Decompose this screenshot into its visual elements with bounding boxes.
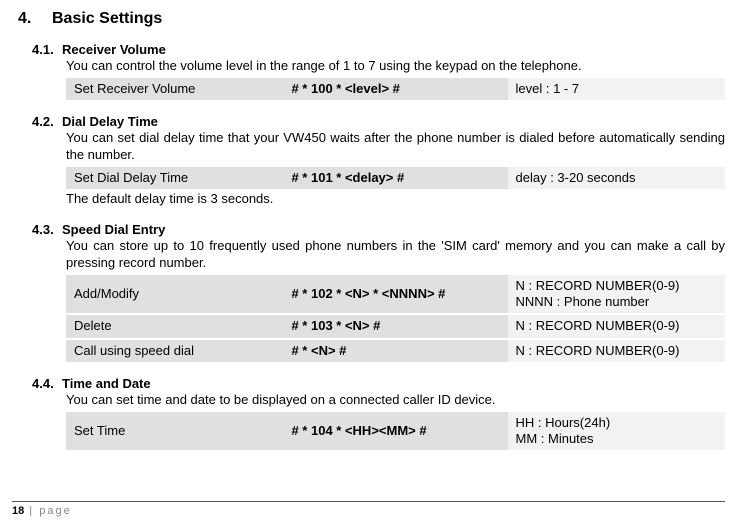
table-row: Set Receiver Volume # * 100 * <level> # … (66, 78, 725, 100)
main-heading: 4.Basic Settings (12, 10, 725, 28)
cmd-code: # * 103 * <N> # (283, 314, 507, 338)
section-name: Speed Dial Entry (62, 222, 165, 237)
cmd-label: Call using speed dial (66, 339, 283, 362)
cmd-range: HH : Hours(24h)MM : Minutes (508, 412, 725, 451)
section-title: 4.3.Speed Dial Entry (32, 222, 725, 237)
section-note: The default delay time is 3 seconds. (66, 191, 725, 208)
section-name: Dial Delay Time (62, 114, 158, 129)
section-number: 4.2. (32, 114, 62, 129)
section-name: Receiver Volume (62, 42, 166, 57)
section-description: You can store up to 10 frequently used p… (66, 238, 725, 272)
section-description: You can set time and date to be displaye… (66, 392, 725, 409)
command-table: Add/Modify # * 102 * <N> * <NNNN> # N : … (66, 275, 725, 362)
footer-divider (12, 501, 725, 502)
cmd-label: Set Dial Delay Time (66, 167, 283, 189)
cmd-code: # * 100 * <level> # (283, 78, 507, 100)
table-row: Set Dial Delay Time # * 101 * <delay> # … (66, 167, 725, 189)
table-row: Set Time # * 104 * <HH><MM> # HH : Hours… (66, 412, 725, 451)
table-row: Add/Modify # * 102 * <N> * <NNNN> # N : … (66, 275, 725, 315)
section-number: 4.4. (32, 376, 62, 391)
cmd-label: Set Receiver Volume (66, 78, 283, 100)
section-dial-delay: 4.2.Dial Delay Time You can set dial del… (12, 114, 725, 208)
section-number: 4.1. (32, 42, 62, 57)
cmd-code: # * 101 * <delay> # (283, 167, 507, 189)
cmd-range: N : RECORD NUMBER(0-9) (508, 314, 725, 338)
footer-sep: | (24, 505, 39, 517)
cmd-range: N : RECORD NUMBER(0-9) (508, 339, 725, 362)
cmd-label: Add/Modify (66, 275, 283, 315)
footer-text: 18 | page (12, 505, 725, 517)
cmd-range: delay : 3-20 seconds (508, 167, 725, 189)
cmd-range: level : 1 - 7 (508, 78, 725, 100)
section-speed-dial: 4.3.Speed Dial Entry You can store up to… (12, 222, 725, 362)
section-title: 4.4.Time and Date (32, 376, 725, 391)
table-row: Call using speed dial # * <N> # N : RECO… (66, 339, 725, 362)
command-table: Set Receiver Volume # * 100 * <level> # … (66, 78, 725, 100)
section-description: You can control the volume level in the … (66, 58, 725, 75)
section-title: 4.1.Receiver Volume (32, 42, 725, 57)
cmd-code: # * 102 * <N> * <NNNN> # (283, 275, 507, 315)
section-name: Time and Date (62, 376, 151, 391)
cmd-code: # * <N> # (283, 339, 507, 362)
heading-number: 4. (18, 10, 52, 28)
command-table: Set Dial Delay Time # * 101 * <delay> # … (66, 167, 725, 189)
cmd-range: N : RECORD NUMBER(0-9)NNNN : Phone numbe… (508, 275, 725, 315)
heading-title: Basic Settings (52, 10, 162, 27)
cmd-label: Delete (66, 314, 283, 338)
table-row: Delete # * 103 * <N> # N : RECORD NUMBER… (66, 314, 725, 338)
command-table: Set Time # * 104 * <HH><MM> # HH : Hours… (66, 412, 725, 451)
section-number: 4.3. (32, 222, 62, 237)
footer-label: page (39, 505, 71, 517)
cmd-label: Set Time (66, 412, 283, 451)
section-time-date: 4.4.Time and Date You can set time and d… (12, 376, 725, 450)
page-footer: 18 | page (12, 501, 725, 517)
section-description: You can set dial delay time that your VW… (66, 130, 725, 164)
section-title: 4.2.Dial Delay Time (32, 114, 725, 129)
cmd-code: # * 104 * <HH><MM> # (283, 412, 507, 451)
section-receiver-volume: 4.1.Receiver Volume You can control the … (12, 42, 725, 100)
page-number: 18 (12, 505, 24, 517)
